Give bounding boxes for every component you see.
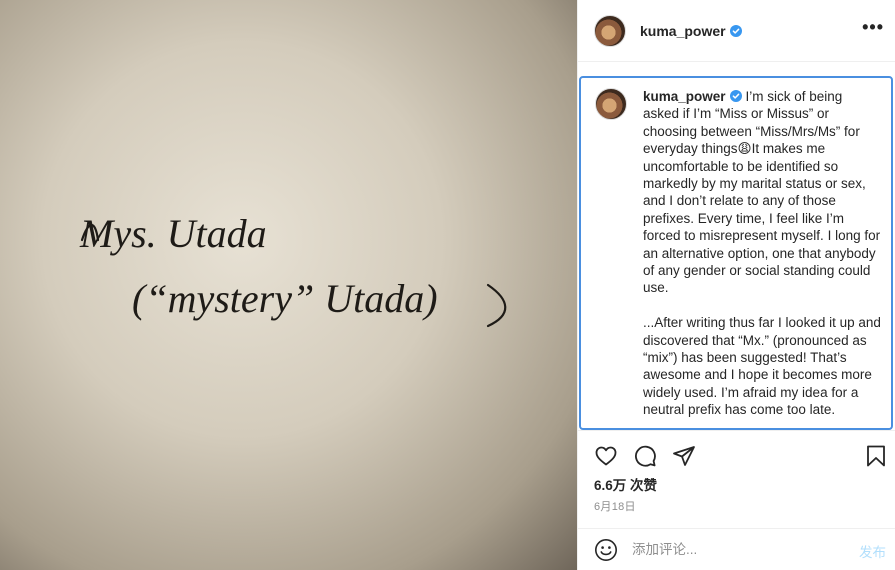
handwriting-line-1: Mys. Utada <box>79 211 267 256</box>
caption: kuma_power I’m sick of being asked if I’m… <box>595 88 881 428</box>
comment-icon[interactable] <box>633 444 657 468</box>
action-bar <box>578 430 895 480</box>
like-count[interactable]: 6.6万 次赞 <box>594 474 657 494</box>
handwriting-image: Mys. Utada (“mystery” Utada) <box>79 211 507 328</box>
post-button[interactable]: 发布 <box>859 541 886 561</box>
comment-input[interactable] <box>632 542 842 557</box>
caption-text: kuma_power I’m sick of being asked if I’m… <box>643 88 881 419</box>
post-photo[interactable]: Mys. Utada (“mystery” Utada) <box>0 0 577 570</box>
bookmark-icon[interactable] <box>864 444 888 468</box>
verified-badge-icon <box>729 24 742 37</box>
post-side-panel: kuma_power ••• kuma_power I’m sick of bei… <box>577 0 895 570</box>
emoji-icon[interactable] <box>594 538 618 562</box>
avatar[interactable] <box>594 14 626 47</box>
caption-avatar[interactable] <box>595 88 627 120</box>
caption-paragraph-1: I’m sick of being asked if I’m “Miss or … <box>643 89 881 296</box>
caption-paragraph-2: ...After writing thus far I looked it up… <box>643 315 881 418</box>
handwriting-line-2: (“mystery” Utada) <box>132 276 438 321</box>
header-username[interactable]: kuma_power <box>640 23 726 39</box>
caption-scroll-area[interactable]: kuma_power I’m sick of being asked if I’m… <box>579 76 893 430</box>
heart-icon[interactable] <box>594 444 618 468</box>
share-icon[interactable] <box>672 444 696 468</box>
caption-username[interactable]: kuma_power <box>643 89 726 104</box>
verified-badge-icon <box>729 90 742 102</box>
comment-bar: 发布 <box>578 528 895 570</box>
post-header: kuma_power ••• <box>578 0 895 62</box>
more-options-icon[interactable]: ••• <box>862 18 884 36</box>
post-date[interactable]: 6月18日 <box>594 498 636 514</box>
